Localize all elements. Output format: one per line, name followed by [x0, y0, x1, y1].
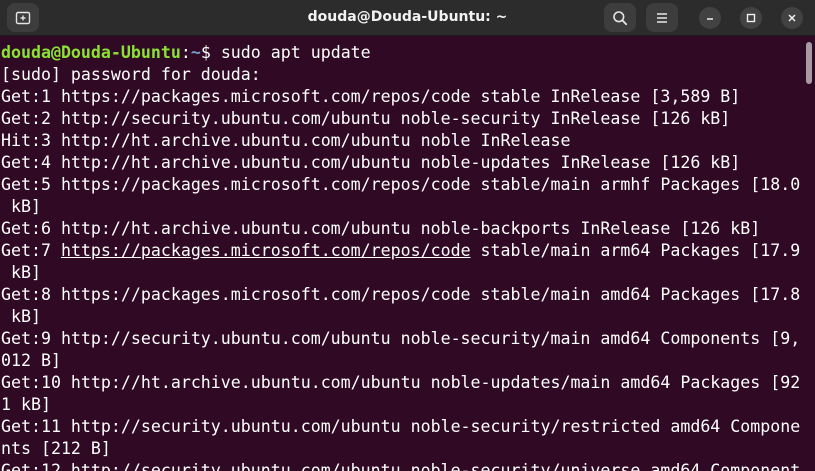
minimize-button[interactable] — [699, 7, 721, 29]
close-icon — [788, 14, 796, 22]
output-line: [sudo] password for douda: — [1, 65, 261, 84]
minimize-icon — [707, 18, 713, 20]
terminal-output-area[interactable]: douda@Douda-Ubuntu:~$ sudo apt update [s… — [0, 36, 815, 471]
menu-button[interactable] — [646, 3, 678, 32]
prompt-path: ~ — [190, 43, 201, 62]
terminal-window: douda@Douda-Ubuntu: ~ douda@Douda-Ubuntu… — [0, 0, 815, 471]
output-line: Get:11 http://security.ubuntu.com/ubuntu… — [1, 417, 801, 436]
output-line: Get:2 http://security.ubuntu.com/ubuntu … — [1, 109, 731, 128]
output-line: kB] — [1, 307, 41, 326]
prompt-line: douda@Douda-Ubuntu:~$ sudo apt update — [1, 42, 800, 64]
window-title: douda@Douda-Ubuntu: ~ — [307, 9, 508, 25]
hamburger-menu-icon — [657, 12, 667, 23]
title-bar[interactable]: douda@Douda-Ubuntu: ~ — [0, 0, 815, 36]
output-line: 012 B] — [1, 351, 61, 370]
output-line: Get:12 http://security.ubuntu.com/ubuntu… — [1, 461, 801, 471]
output-line-with-link: Get:7 https://packages.microsoft.com/rep… — [1, 240, 800, 262]
output-line: Get:1 https://packages.microsoft.com/rep… — [1, 87, 741, 106]
output-line: Get:10 http://ht.archive.ubuntu.com/ubun… — [1, 373, 801, 392]
prompt-colon: : — [180, 43, 191, 62]
maximize-button[interactable] — [740, 7, 762, 29]
output-line: kB] — [1, 197, 41, 216]
prompt-command: sudo apt update — [220, 43, 371, 62]
output-line: Hit:3 http://ht.archive.ubuntu.com/ubunt… — [1, 131, 571, 150]
search-button[interactable] — [604, 3, 636, 32]
output-line: Get:4 http://ht.archive.ubuntu.com/ubunt… — [1, 153, 741, 172]
line-prefix: Get:7 — [1, 241, 61, 260]
maximize-icon — [746, 13, 756, 23]
line-suffix: stable/main arm64 Packages [17.9 — [470, 241, 801, 260]
output-line: kB] — [1, 263, 41, 282]
output-line: Get:5 https://packages.microsoft.com/rep… — [1, 175, 801, 194]
output-line: Get:9 http://security.ubuntu.com/ubuntu … — [1, 329, 801, 348]
output-line: nts [212 B] — [1, 439, 111, 458]
terminal-scrollbar[interactable] — [806, 42, 812, 84]
close-button[interactable] — [781, 7, 803, 29]
prompt-symbol: $ — [200, 43, 221, 62]
prompt-user: douda@Douda-Ubuntu — [1, 43, 181, 62]
output-line: Get:8 https://packages.microsoft.com/rep… — [1, 285, 801, 304]
repo-link[interactable]: https://packages.microsoft.com/repos/cod… — [61, 241, 471, 260]
output-line: Get:6 http://ht.archive.ubuntu.com/ubunt… — [1, 219, 761, 238]
output-line: 1 kB] — [1, 395, 51, 414]
search-icon — [613, 10, 628, 25]
